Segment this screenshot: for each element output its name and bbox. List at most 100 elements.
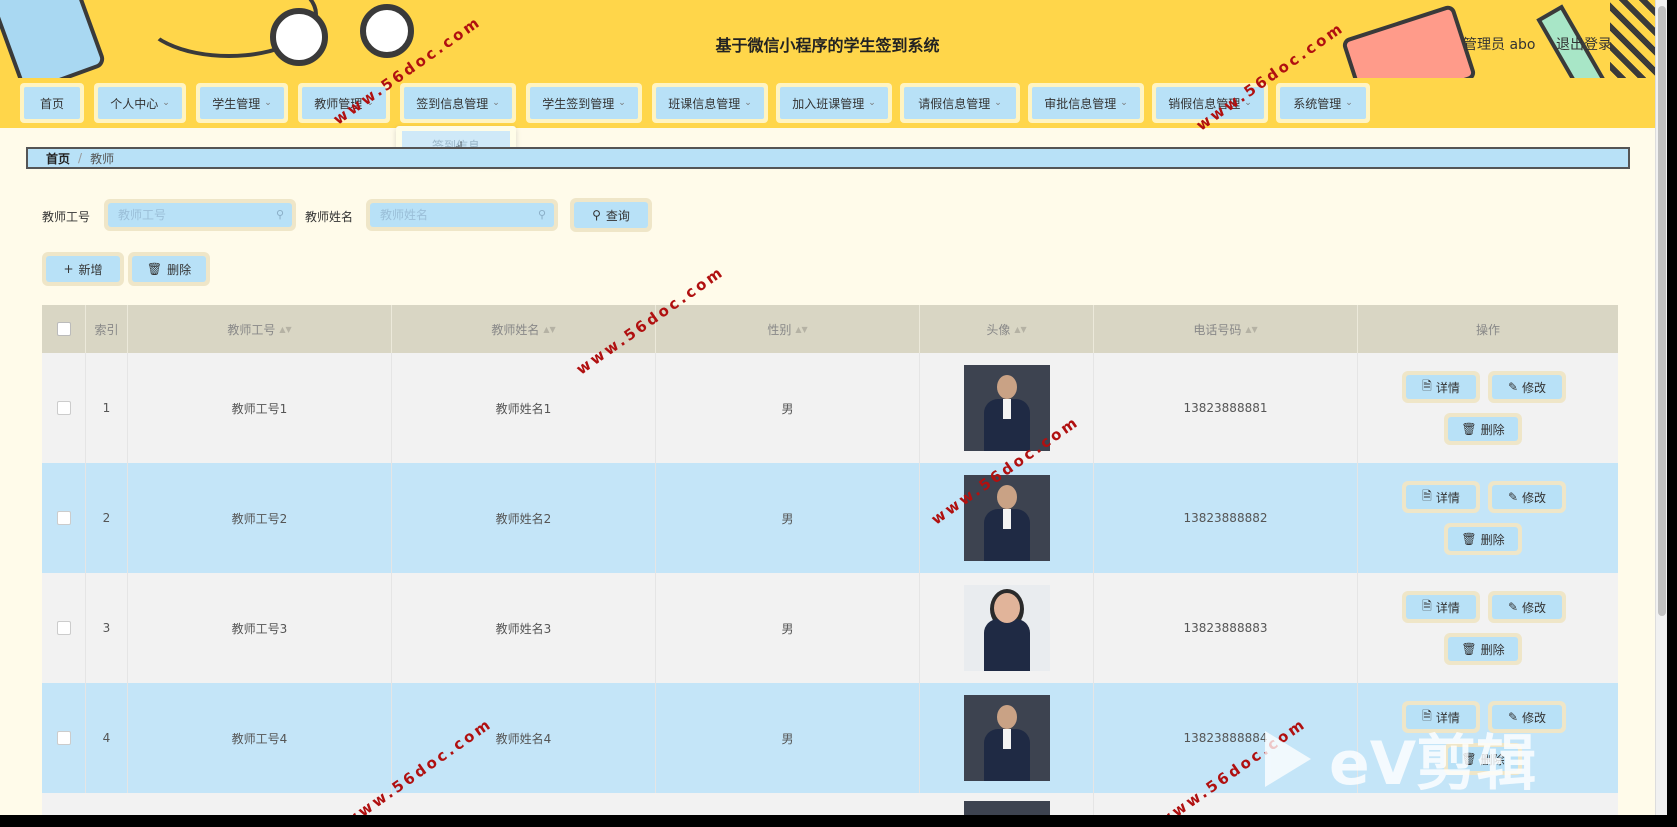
main-nav: 首页 个人中心 ⌄ 学生管理 ⌄ 教师管理 ⌄ 签到信息管理 ⌄ 学生签到管理 ⌄ 班课信… [0,78,1655,128]
col-phone-label: 电话号码 [1193,322,1242,337]
edit-button[interactable]: ✎ 修改 [1488,591,1566,623]
table-row: 2 教师工号2 教师姓名2 男 13823888882 🗎 详情 ✎ 修改 🗑 删除 [42,463,1618,573]
col-gender-label: 性别 [767,322,792,337]
cell-avatar [920,573,1094,683]
cell-teacher-no: 教师工号1 [128,353,392,463]
edit-button[interactable]: ✎ 修改 [1488,481,1566,513]
nav-item-label: 学生签到管理 [542,96,615,111]
sort-icon[interactable]: ▲▼ [279,325,291,333]
nav-item-profile[interactable]: 个人中心 ⌄ [94,83,186,123]
document-icon: 🗎 [1422,488,1432,503]
nav-item-students[interactable]: 学生管理 ⌄ [196,83,288,123]
logout-link[interactable]: 退出登录 [1556,34,1612,54]
detail-button[interactable]: 🗎 详情 [1402,481,1480,513]
nav-item-label: 请假信息管理 [918,96,991,111]
avatar [963,695,1050,781]
nav-item-class-info[interactable]: 班课信息管理 ⌄ [652,83,768,123]
chevron-down-icon: ⌄ [264,98,272,108]
nav-item-label: 签到信息管理 [416,96,489,111]
col-avatar-label: 头像 [986,322,1011,337]
col-avatar[interactable]: 头像 ▲▼ [920,305,1094,353]
header: 基于微信小程序的学生签到系统 管理员 abo 退出登录 [0,0,1655,78]
cell-teacher-name: 教师姓名3 [392,573,656,683]
pencil-icon: ✎ [1507,490,1519,504]
sort-icon[interactable]: ▲▼ [1014,325,1026,333]
nav-item-label: 班课信息管理 [668,96,741,111]
cell-index: 4 [86,683,128,793]
row-checkbox[interactable] [56,621,71,635]
teacher-no-label: 教师工号 [42,210,91,224]
nav-item-system[interactable]: 系统管理 ⌄ [1276,83,1370,123]
breadcrumb-separator: / [78,151,83,165]
edit-button[interactable]: ✎ 修改 [1488,371,1566,403]
row-checkbox[interactable] [56,511,71,525]
chevron-down-icon: ⌄ [492,98,500,108]
ev-editor-logo: eV剪辑 [1265,715,1536,802]
detail-button[interactable]: 🗎 详情 [1402,371,1480,403]
detail-label: 详情 [1435,380,1460,395]
sort-icon[interactable]: ▲▼ [795,325,807,333]
nav-item-label: 个人中心 [110,96,159,111]
breadcrumb-home[interactable]: 首页 [46,150,70,167]
col-teacher-no[interactable]: 教师工号 ▲▼ [128,305,392,353]
select-all-cell [42,305,86,353]
sort-icon[interactable]: ▲▼ [1245,325,1257,333]
select-all-checkbox[interactable] [56,322,71,336]
edit-label: 修改 [1522,490,1547,505]
teacher-no-input[interactable] [108,203,288,227]
col-gender[interactable]: 性别 ▲▼ [656,305,920,353]
delete-button[interactable]: 🗑 删除 [1444,523,1522,555]
scrollbar-thumb[interactable] [1658,6,1666,616]
delete-button-label: 删除 [167,262,192,277]
detail-button[interactable]: 🗎 详情 [1402,591,1480,623]
row-checkbox[interactable] [56,731,71,745]
query-button[interactable]: ⚲ 查询 [570,198,652,232]
row-checkbox[interactable] [56,401,71,415]
cell-gender: 男 [656,683,920,793]
detail-label: 详情 [1435,600,1460,615]
table-row: 1 教师工号1 教师姓名1 男 13823888881 🗎 详情 ✎ 修改 🗑 删除 [42,353,1618,463]
nav-item-approval-info[interactable]: 审批信息管理 ⌄ [1028,83,1144,123]
col-index: 索引 [86,305,128,353]
nav-item-checkin-info[interactable]: 签到信息管理 ⌄ [400,83,516,123]
nav-item-label: 首页 [39,96,64,111]
delete-button[interactable]: 🗑 删除 [1444,413,1522,445]
trash-icon: 🗑 [146,262,163,276]
nav-item-label: 审批信息管理 [1044,96,1117,111]
cell-gender: 男 [656,463,920,573]
breadcrumb-current: 教师 [90,151,115,166]
trash-icon: 🗑 [1461,422,1477,436]
query-button-label: 查询 [605,208,630,223]
cell-phone: 13823888882 [1094,463,1358,573]
delete-button[interactable]: 🗑 删除 [1444,633,1522,665]
nav-item-join-class[interactable]: 加入班课管理 ⌄ [776,83,892,123]
cell-avatar [920,353,1094,463]
cell-index: 3 [86,573,128,683]
col-teacher-no-label: 教师工号 [227,322,276,337]
add-button[interactable]: + 新增 [42,252,124,286]
col-phone[interactable]: 电话号码 ▲▼ [1094,305,1358,353]
teacher-name-input[interactable] [370,203,550,227]
nav-item-student-checkin[interactable]: 学生签到管理 ⌄ [526,83,642,123]
chevron-down-icon: ⌄ [868,98,876,108]
delete-label: 删除 [1480,532,1505,547]
avatar [963,585,1050,671]
edit-label: 修改 [1522,380,1547,395]
bulk-delete-button[interactable]: 🗑 删除 [128,252,210,286]
trash-icon: 🗑 [1461,532,1477,546]
chevron-down-icon: ⌄ [618,98,626,108]
cell-gender: 男 [656,573,920,683]
frame-edge [1667,0,1677,827]
teacher-name-field-wrap: ⚲ [366,199,558,231]
teacher-no-field-wrap: ⚲ [104,199,296,231]
col-ops: 操作 [1475,322,1500,337]
nav-item-home[interactable]: 首页 [20,83,84,123]
nav-item-leave-info[interactable]: 请假信息管理 ⌄ [900,83,1020,123]
table-row: 3 教师工号3 教师姓名3 男 13823888883 🗎 详情 ✎ 修改 🗑 删除 [42,573,1618,683]
pencil-icon: ✎ [1507,600,1519,614]
cell-teacher-name: 教师姓名4 [392,683,656,793]
cell-teacher-no: 教师工号4 [128,683,392,793]
app-screen: 基于微信小程序的学生签到系统 管理员 abo 退出登录 首页 个人中心 ⌄ 学生管… [0,0,1655,815]
sort-icon[interactable]: ▲▼ [543,325,555,333]
cell-teacher-name: 教师姓名2 [392,463,656,573]
